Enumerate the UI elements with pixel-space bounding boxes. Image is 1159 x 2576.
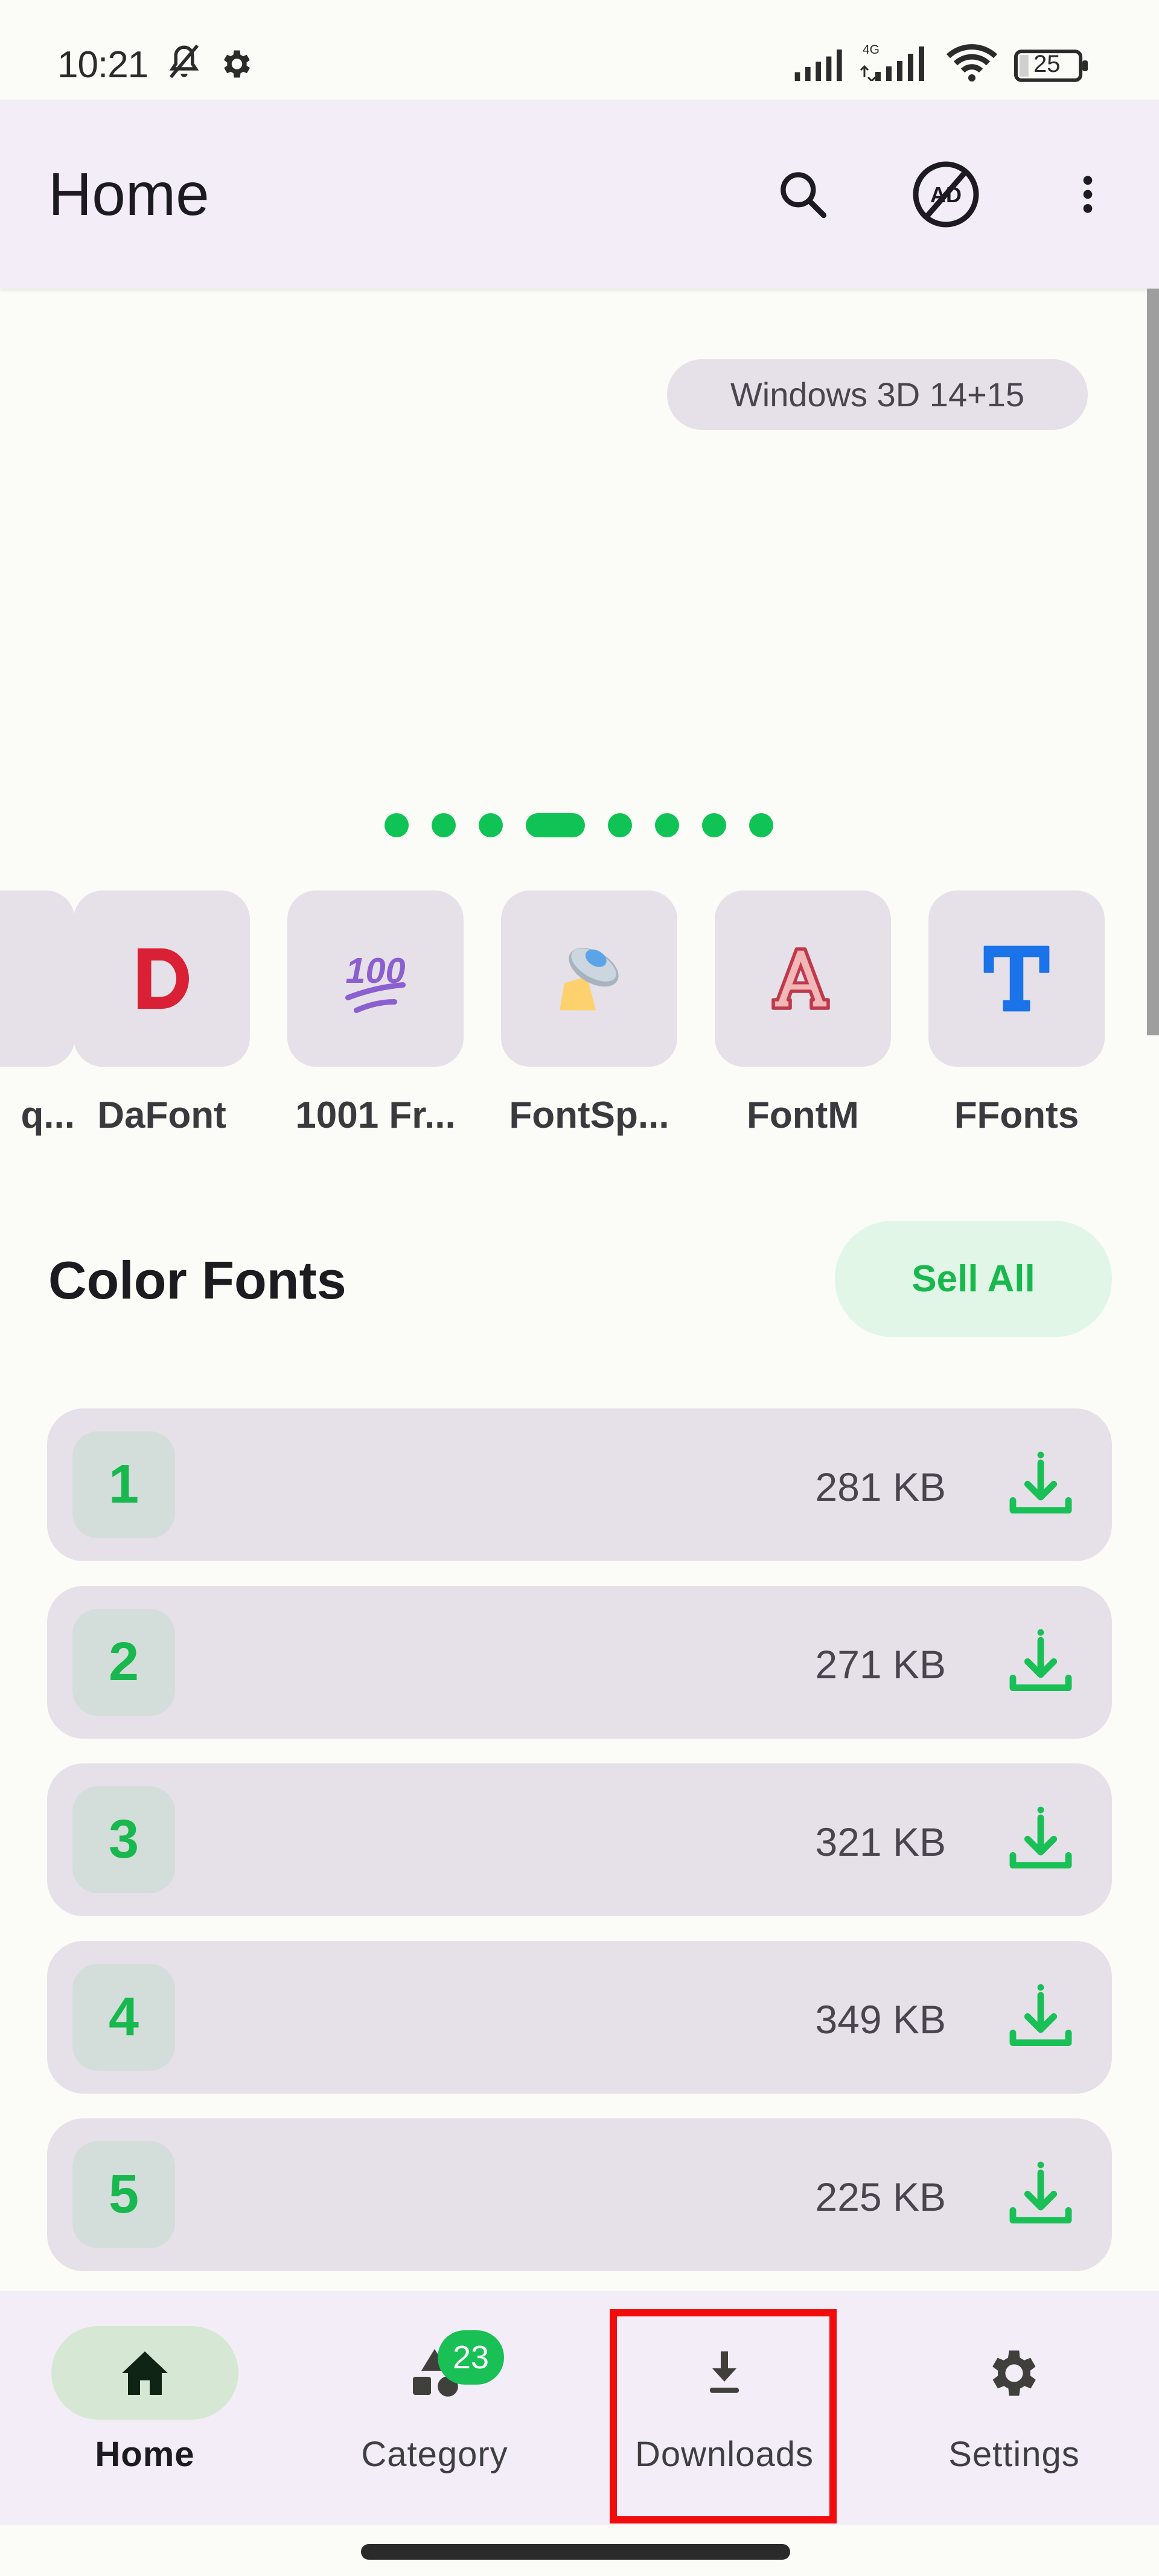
banner-chip[interactable]: Windows 3D 14+15: [667, 359, 1088, 430]
font-file-size: 281 KB: [815, 1465, 947, 1509]
app-bar: Home AD: [0, 100, 1159, 289]
status-time: 10:21: [57, 44, 148, 86]
download-button[interactable]: [998, 1622, 1083, 1704]
font-number-badge: 1: [72, 1431, 175, 1538]
download-button[interactable]: [998, 1977, 1083, 2059]
home-icon: [122, 2351, 168, 2395]
hundred-points-icon: 100: [345, 950, 406, 1014]
source-label: DaFont: [97, 1095, 226, 1136]
download-icon: [1009, 1984, 1072, 2046]
download-icon: [1009, 1806, 1072, 1868]
nav-label: Downloads: [635, 2435, 814, 2474]
source-item-fontspace[interactable]: FontSp...: [501, 890, 677, 1137]
nav-label: Home: [95, 2435, 195, 2474]
source-card[interactable]: [74, 890, 250, 1067]
see-all-button[interactable]: Sell All: [835, 1221, 1112, 1337]
source-label: 1001 Fr...: [295, 1095, 456, 1136]
source-label: FontSp...: [509, 1095, 669, 1136]
font-list-item[interactable]: 3 321 KB: [47, 1763, 1112, 1916]
source-card[interactable]: 100: [287, 890, 464, 1067]
gear-icon: [224, 50, 250, 78]
source-label: FFonts: [954, 1095, 1079, 1136]
font-file-size: 271 KB: [815, 1642, 947, 1687]
carousel-dot[interactable]: [749, 813, 773, 837]
page-title: Home: [48, 161, 209, 228]
font-file-size: 349 KB: [815, 1997, 947, 2042]
source-item-ffonts[interactable]: FFonts: [928, 890, 1105, 1137]
svg-text:AD: AD: [930, 182, 962, 207]
section-title: Color Fonts: [48, 1250, 346, 1310]
font-number-badge: 3: [72, 1786, 175, 1893]
source-item-1001-fonts[interactable]: 100 1001 Fr...: [287, 890, 464, 1137]
source-label: FontM: [747, 1095, 859, 1136]
carousel-dot[interactable]: [608, 813, 632, 837]
source-item-fontm[interactable]: FontM: [715, 890, 891, 1137]
source-item[interactable]: q...: [0, 890, 75, 1137]
source-card[interactable]: [928, 890, 1105, 1067]
carousel-dot-active[interactable]: [526, 813, 585, 837]
download-icon: [1009, 2161, 1072, 2223]
nav-label: Category: [361, 2435, 508, 2474]
font-list-item[interactable]: 5 225 KB: [47, 2118, 1112, 2271]
source-label: q...: [21, 1095, 75, 1136]
nav-home[interactable]: Home: [0, 2291, 290, 2525]
carousel-dot[interactable]: [655, 813, 679, 837]
download-button[interactable]: [998, 1445, 1083, 1526]
download-button[interactable]: [998, 2155, 1083, 2236]
source-card[interactable]: [715, 890, 891, 1067]
home-indicator[interactable]: [361, 2544, 790, 2560]
category-badge: 23: [438, 2330, 504, 2385]
signal-4g-icon: 4G: [860, 43, 924, 81]
bottom-navigation: Home 23 Category Downloads Settings: [0, 2291, 1159, 2525]
signal-icon: [794, 50, 842, 81]
more-options-button[interactable]: [1046, 152, 1130, 237]
source-item-dafont[interactable]: DaFont: [74, 890, 250, 1137]
download-icon: [1009, 1451, 1072, 1513]
remove-ads-button[interactable]: AD: [904, 152, 988, 237]
nav-label: Settings: [948, 2435, 1080, 2474]
download-button[interactable]: [998, 1800, 1083, 1881]
font-list: 1 281 KB 2 271 KB 3 321 KB 4 349 KB 5 225 KB: [47, 1408, 1112, 2296]
nav-active-indicator: [51, 2326, 238, 2420]
carousel-dot[interactable]: [702, 813, 726, 837]
settings-icon: [992, 2350, 1036, 2395]
wifi-icon: [946, 44, 998, 81]
font-number-badge: 2: [72, 1609, 175, 1716]
search-icon: [781, 172, 827, 219]
font-list-item[interactable]: 4 349 KB: [47, 1941, 1112, 2094]
ufo-icon: [560, 948, 619, 1011]
carousel-indicator: [385, 813, 773, 837]
letter-t-icon: [983, 945, 1050, 1012]
font-sources-row[interactable]: q... DaFont 100 1001 Fr... FontSp... Fon…: [0, 890, 1147, 1144]
nav-downloads[interactable]: Downloads: [580, 2291, 869, 2525]
font-number-badge: 5: [72, 2141, 175, 2248]
source-card[interactable]: [501, 890, 677, 1067]
status-bar: 10:21 4G 25: [0, 0, 1159, 100]
font-file-size: 321 KB: [815, 1820, 947, 1864]
download-icon: [710, 2351, 739, 2393]
nav-category[interactable]: 23 Category: [290, 2291, 580, 2525]
source-card[interactable]: [0, 890, 75, 1067]
download-icon: [1009, 1629, 1072, 1691]
svg-text:4G: 4G: [863, 43, 880, 57]
font-number-badge: 4: [72, 1964, 175, 2071]
bell-off-icon: [169, 44, 199, 78]
no-ads-icon: AD: [913, 161, 979, 228]
carousel-dot[interactable]: [479, 813, 503, 837]
font-list-item[interactable]: 1 281 KB: [47, 1408, 1112, 1561]
nav-settings[interactable]: Settings: [869, 2291, 1159, 2525]
more-vert-icon: [1083, 176, 1093, 213]
letter-d-icon: [138, 948, 189, 1009]
letter-a-outline-icon: [771, 947, 830, 1010]
search-button[interactable]: [761, 152, 845, 237]
carousel-dot[interactable]: [432, 813, 456, 837]
carousel-dot[interactable]: [385, 813, 409, 837]
battery-level: 25: [1033, 51, 1061, 77]
scrollbar[interactable]: [1147, 289, 1159, 1035]
font-list-item[interactable]: 2 271 KB: [47, 1586, 1112, 1739]
font-file-size: 225 KB: [815, 2175, 947, 2219]
